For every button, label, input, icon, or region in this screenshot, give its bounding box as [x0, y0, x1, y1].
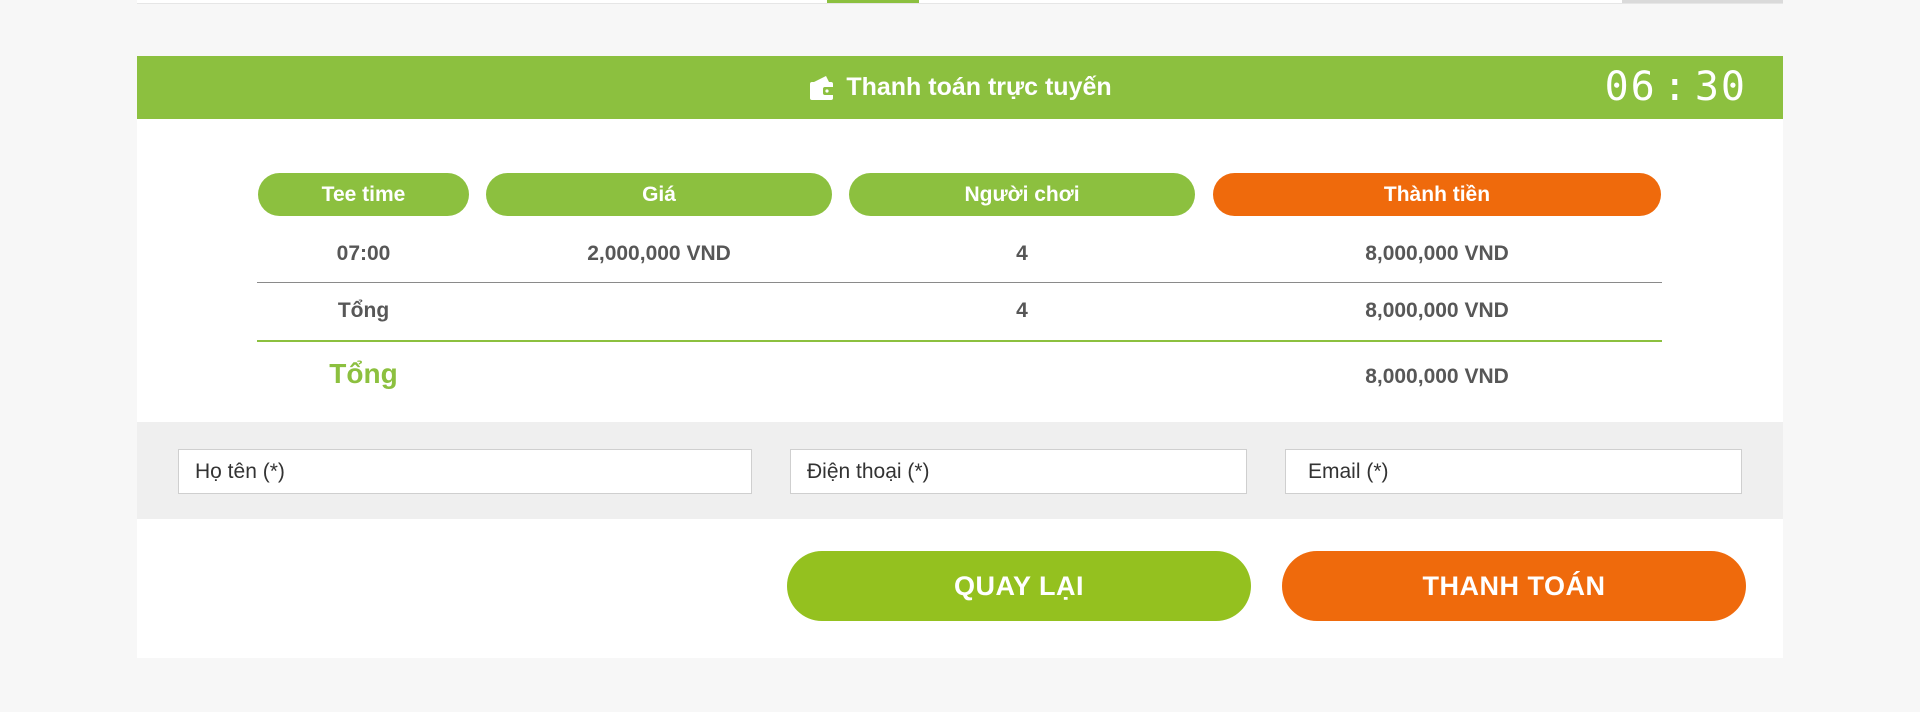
header-title-group: Thanh toán trực tuyến [137, 56, 1783, 119]
email-input[interactable] [1285, 449, 1742, 494]
timer-separator: : [1662, 64, 1689, 110]
top-bar-active-indicator [827, 0, 919, 3]
top-bar-right-segment [1622, 0, 1783, 3]
back-button[interactable]: QUAY LẠI [787, 551, 1251, 621]
row-price: 2,000,000 VND [587, 242, 731, 265]
timer-seconds: 30 [1694, 64, 1747, 110]
panel-header: Thanh toán trực tuyến 06 : 30 [137, 56, 1783, 119]
phone-input[interactable] [790, 449, 1247, 494]
column-header-amount: Thành tiền [1213, 173, 1661, 216]
top-bar [137, 0, 1783, 4]
column-header-players: Người chơi [849, 173, 1195, 216]
column-header-price: Giá [486, 173, 832, 216]
page-title: Thanh toán trực tuyến [846, 73, 1112, 101]
subtotal-players: 4 [1016, 299, 1028, 322]
column-header-tee-time: Tee time [258, 173, 469, 216]
subtotal-amount: 8,000,000 VND [1365, 299, 1509, 322]
total-divider [257, 340, 1662, 342]
row-divider [257, 282, 1662, 283]
payment-panel: Thanh toán trực tuyến 06 : 30 Tee time G… [137, 56, 1783, 658]
row-amount: 8,000,000 VND [1365, 242, 1509, 265]
grand-total-amount: 8,000,000 VND [1365, 365, 1509, 388]
timer-minutes: 06 [1604, 64, 1657, 110]
row-players: 4 [1016, 242, 1028, 265]
countdown-timer: 06 : 30 [1604, 64, 1747, 110]
wallet-icon [808, 74, 836, 102]
grand-total-label: Tổng [329, 358, 398, 389]
full-name-input[interactable] [178, 449, 752, 494]
subtotal-label: Tổng [337, 299, 390, 322]
pay-button[interactable]: THANH TOÁN [1282, 551, 1746, 621]
row-tee-time: 07:00 [336, 242, 391, 265]
customer-info-form [137, 422, 1783, 519]
